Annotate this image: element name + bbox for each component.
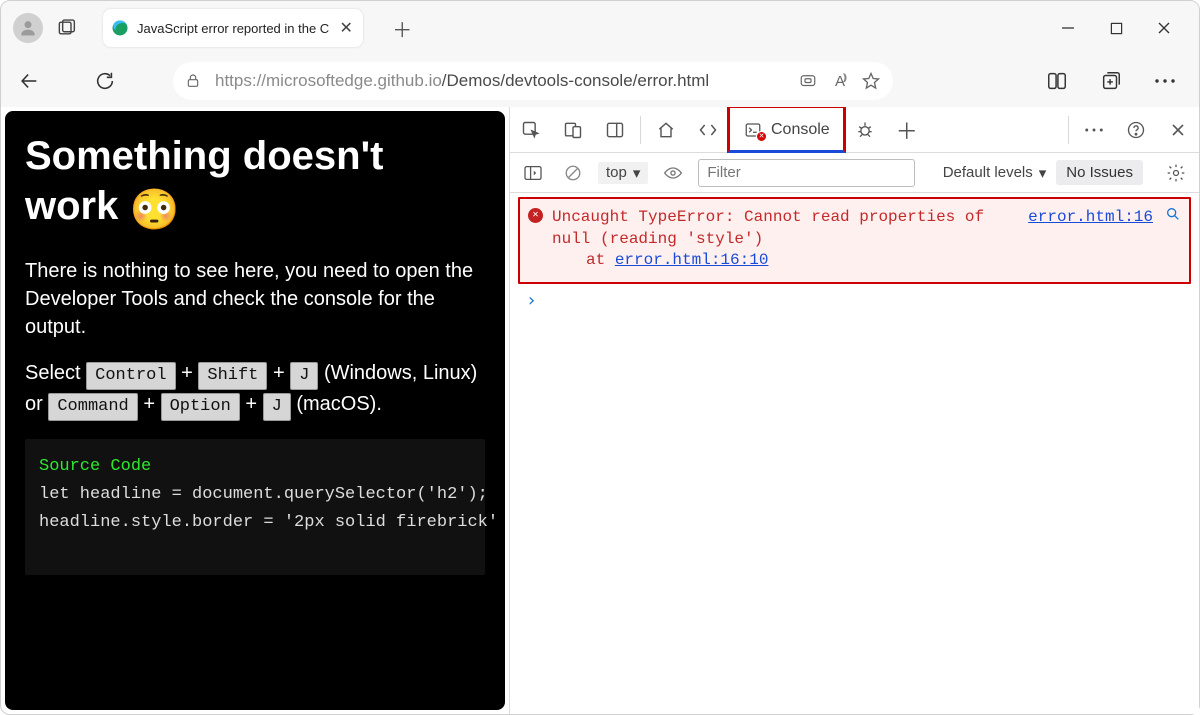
kbd-command: Command — [48, 393, 137, 421]
error-badge-icon: ✕ — [528, 208, 543, 223]
context-label: top — [606, 164, 627, 181]
tab-actions-icon[interactable] — [49, 11, 83, 45]
clear-console-icon[interactable] — [558, 159, 588, 187]
source-code-block: Source Code let headline = document.quer… — [25, 439, 485, 575]
sources-bug-icon[interactable] — [844, 107, 886, 152]
error-search-icon[interactable] — [1165, 206, 1181, 222]
code-line-1: let headline = document.querySelector('h… — [39, 481, 471, 509]
app-mode-icon[interactable] — [799, 72, 817, 90]
more-tabs-button[interactable]: ＋ — [886, 107, 928, 152]
toggle-sidebar-icon[interactable] — [518, 159, 548, 187]
split-screen-icon[interactable] — [1039, 63, 1075, 99]
context-selector[interactable]: top ▾ — [598, 162, 648, 184]
more-menu-icon[interactable] — [1147, 63, 1183, 99]
collections-icon[interactable] — [1093, 63, 1129, 99]
console-settings-icon[interactable] — [1161, 159, 1191, 187]
kbd-j-2: J — [263, 393, 291, 421]
kbd-control: Control — [86, 362, 175, 390]
error-message: Uncaught TypeError: Cannot read properti… — [552, 207, 1007, 250]
new-tab-button[interactable]: ＋ — [385, 11, 419, 45]
console-prompt-chevron-icon[interactable]: › — [526, 290, 1191, 311]
page-content: Something doesn't work 😳 There is nothin… — [5, 111, 505, 710]
console-error-entry[interactable]: ✕ Uncaught TypeError: Cannot read proper… — [518, 197, 1191, 284]
console-toolbar: top ▾ Default levels ▾ No Issues — [510, 153, 1199, 193]
devtools-help-icon[interactable] — [1115, 107, 1157, 152]
back-button[interactable] — [9, 61, 49, 101]
inspect-element-icon[interactable] — [510, 107, 552, 152]
minimize-button[interactable] — [1055, 15, 1081, 41]
console-icon: ✕ — [743, 121, 763, 139]
browser-titlebar: JavaScript error reported in the C ✕ ＋ — [1, 1, 1199, 55]
tab-close-button[interactable]: ✕ — [337, 18, 355, 38]
console-filter-input[interactable] — [698, 159, 915, 187]
error-stack-link[interactable]: error.html:16:10 — [615, 251, 769, 269]
url-text: https://microsoftedge.github.io/Demos/de… — [215, 71, 787, 91]
console-output: ✕ Uncaught TypeError: Cannot read proper… — [510, 193, 1199, 714]
address-bar-row: https://microsoftedge.github.io/Demos/de… — [1, 55, 1199, 107]
chevron-down-icon: ▾ — [633, 164, 641, 182]
emoji-flushed: 😳 — [129, 188, 179, 232]
elements-tab-icon[interactable] — [687, 107, 729, 152]
profile-avatar[interactable] — [13, 13, 43, 43]
maximize-button[interactable] — [1103, 15, 1129, 41]
browser-tab[interactable]: JavaScript error reported in the C ✕ — [103, 9, 363, 47]
dock-side-icon[interactable] — [594, 107, 636, 152]
devtools-panel: ✕ Console ＋ top — [509, 107, 1199, 714]
error-at-prefix: at — [586, 251, 615, 269]
devtools-more-icon[interactable] — [1073, 107, 1115, 152]
page-heading: Something doesn't work 😳 — [25, 131, 485, 235]
device-toggle-icon[interactable] — [552, 107, 594, 152]
welcome-tab-icon[interactable] — [645, 107, 687, 152]
kbd-option: Option — [161, 393, 240, 421]
address-bar[interactable]: https://microsoftedge.github.io/Demos/de… — [173, 62, 893, 100]
console-tab-label: Console — [771, 121, 830, 139]
tab-title: JavaScript error reported in the C — [137, 21, 329, 36]
error-source-link[interactable]: error.html:16 — [1028, 207, 1153, 229]
read-aloud-icon[interactable]: A)) — [835, 72, 845, 90]
close-window-button[interactable] — [1151, 15, 1177, 41]
levels-label: Default levels — [943, 164, 1033, 181]
kbd-shift: Shift — [198, 362, 267, 390]
page-paragraph-2: Select Control + Shift + J (Windows, Lin… — [25, 359, 485, 421]
favorite-star-icon[interactable] — [861, 71, 881, 91]
live-expression-icon[interactable] — [658, 159, 688, 187]
console-tab[interactable]: ✕ Console — [729, 107, 844, 152]
refresh-button[interactable] — [85, 61, 125, 101]
devtools-close-icon[interactable] — [1157, 107, 1199, 152]
source-code-label: Source Code — [39, 453, 471, 481]
code-line-2: headline.style.border = '2px solid fireb… — [39, 509, 471, 537]
lock-icon — [185, 72, 201, 90]
log-levels-selector[interactable]: Default levels ▾ — [943, 164, 1047, 182]
devtools-tabbar: ✕ Console ＋ — [510, 107, 1199, 153]
kbd-j: J — [290, 362, 318, 390]
page-paragraph-1: There is nothing to see here, you need t… — [25, 257, 485, 341]
chevron-down-icon: ▾ — [1039, 164, 1047, 182]
issues-badge[interactable]: No Issues — [1056, 160, 1143, 185]
edge-favicon — [111, 19, 129, 37]
